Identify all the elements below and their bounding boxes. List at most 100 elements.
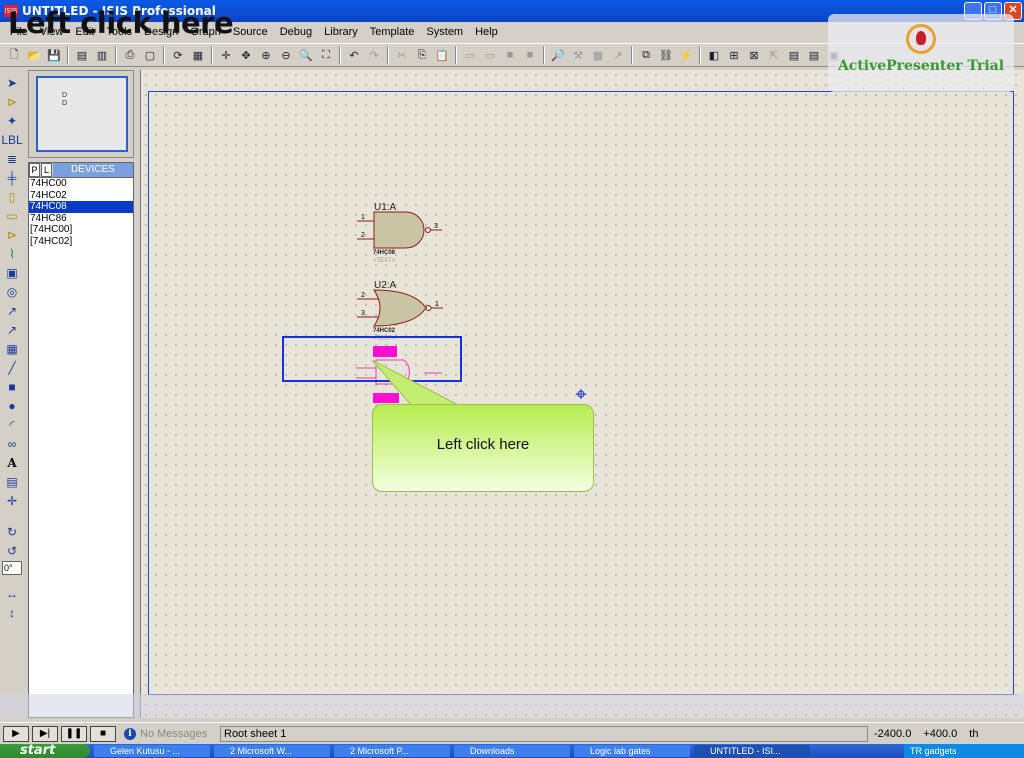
- symbol-2d-icon[interactable]: ▤: [3, 473, 21, 490]
- circle-2d-icon[interactable]: ●: [3, 397, 21, 414]
- device-item[interactable]: [74HC00]: [29, 224, 133, 236]
- bill-of-materials-icon[interactable]: ▤: [785, 46, 803, 64]
- terminals-icon[interactable]: ▭: [3, 207, 21, 224]
- block-copy-icon[interactable]: ▭: [461, 46, 479, 64]
- text-2d-icon[interactable]: A: [3, 454, 21, 471]
- component-mode-icon[interactable]: ⊳: [3, 93, 21, 110]
- undo-icon[interactable]: ↶: [345, 46, 363, 64]
- pick-devices-button[interactable]: P: [29, 163, 40, 177]
- taskbar-item[interactable]: Downloads: [454, 745, 570, 757]
- new-file-icon[interactable]: 🗋: [5, 46, 23, 64]
- block-move-icon[interactable]: ▭: [481, 46, 499, 64]
- device-item-selected[interactable]: 74HC08: [29, 201, 133, 213]
- save-icon[interactable]: 💾: [45, 46, 63, 64]
- copy-icon[interactable]: ⎘: [413, 46, 431, 64]
- new-sheet-icon[interactable]: ◧: [705, 46, 723, 64]
- make-device-icon[interactable]: ⚒: [569, 46, 587, 64]
- path-2d-icon[interactable]: ∞: [3, 435, 21, 452]
- menu-debug[interactable]: Debug: [274, 26, 318, 38]
- selection-mode-icon[interactable]: ➤: [3, 74, 21, 91]
- rotation-angle-input[interactable]: 0°: [2, 561, 22, 575]
- electrical-check-icon[interactable]: ▤: [805, 46, 823, 64]
- toolbar-separator: [699, 46, 701, 64]
- virtual-instruments-icon[interactable]: ▦: [3, 340, 21, 357]
- messages-indicator[interactable]: i No Messages: [124, 727, 214, 740]
- paste-icon[interactable]: 📋: [433, 46, 451, 64]
- refresh-icon[interactable]: ⟳: [169, 46, 187, 64]
- packaging-icon[interactable]: ▩: [589, 46, 607, 64]
- zoom-area-icon[interactable]: ⛶: [317, 46, 335, 64]
- export-icon[interactable]: ▥: [93, 46, 111, 64]
- zoom-in-icon[interactable]: ⊕: [257, 46, 275, 64]
- x-coordinate: -2400.0: [874, 727, 912, 740]
- taskbar-item[interactable]: 2 Microsoft P...: [334, 745, 450, 757]
- wire-autorouter-icon[interactable]: ⧉: [637, 46, 655, 64]
- rotate-anticlockwise-icon[interactable]: ↺: [3, 542, 21, 559]
- start-button[interactable]: start: [0, 744, 90, 758]
- menu-source[interactable]: Source: [227, 26, 274, 38]
- add-sheet-icon[interactable]: ⊞: [725, 46, 743, 64]
- schematic-canvas[interactable]: [140, 70, 1024, 718]
- property-tool-icon[interactable]: ⚡: [677, 46, 695, 64]
- taskbar-item[interactable]: Gelen Kutusu - ...: [94, 745, 210, 757]
- text-script-icon[interactable]: ≣: [3, 150, 21, 167]
- toolbar-separator: [339, 46, 341, 64]
- play-button[interactable]: ▶: [3, 725, 29, 742]
- device-item[interactable]: 74HC86: [29, 213, 133, 225]
- generator-icon[interactable]: ◎: [3, 283, 21, 300]
- menu-library[interactable]: Library: [318, 26, 364, 38]
- grid-icon[interactable]: ▦: [189, 46, 207, 64]
- open-folder-icon[interactable]: 📂: [25, 46, 43, 64]
- block-delete-icon[interactable]: ■: [521, 46, 539, 64]
- library-manager-button[interactable]: L: [41, 163, 52, 177]
- voltage-probe-icon[interactable]: ↗: [3, 302, 21, 319]
- remove-sheet-icon[interactable]: ⊠: [745, 46, 763, 64]
- exit-parent-icon[interactable]: ⇱: [765, 46, 783, 64]
- block-rotate-icon[interactable]: ■: [501, 46, 519, 64]
- line-2d-icon[interactable]: ╱: [3, 359, 21, 376]
- area-icon[interactable]: ▢: [141, 46, 159, 64]
- taskbar-item-active[interactable]: UNTITLED - ISI...: [694, 745, 810, 757]
- overview-window[interactable]: D D: [28, 70, 134, 158]
- device-item[interactable]: 74HC02: [29, 190, 133, 202]
- zoom-all-icon[interactable]: 🔍: [297, 46, 315, 64]
- zoom-out-icon[interactable]: ⊖: [277, 46, 295, 64]
- import-icon[interactable]: ▤: [73, 46, 91, 64]
- menu-system[interactable]: System: [420, 26, 469, 38]
- menu-help[interactable]: Help: [469, 26, 504, 38]
- marker-2d-icon[interactable]: ✛: [3, 492, 21, 509]
- junction-dot-icon[interactable]: ✦: [3, 112, 21, 129]
- taskbar-item[interactable]: Logic lab gates: [574, 745, 690, 757]
- mirror-horizontal-icon[interactable]: ↔: [3, 585, 21, 602]
- box-2d-icon[interactable]: ■: [3, 378, 21, 395]
- toolbar-separator: [631, 46, 633, 64]
- pan-icon[interactable]: ✥: [237, 46, 255, 64]
- redo-icon[interactable]: ↷: [365, 46, 383, 64]
- stop-button[interactable]: ■: [90, 725, 116, 742]
- menu-template[interactable]: Template: [364, 26, 421, 38]
- taskbar-item[interactable]: 2 Microsoft W...: [214, 745, 330, 757]
- pause-button[interactable]: ❚❚: [61, 725, 87, 742]
- subcircuit-icon[interactable]: ▯: [3, 188, 21, 205]
- device-item[interactable]: 74HC00: [29, 178, 133, 190]
- step-button[interactable]: ▶|: [32, 725, 58, 742]
- graph-icon[interactable]: ⌇: [3, 245, 21, 262]
- print-icon[interactable]: ⎙: [121, 46, 139, 64]
- wire-label-icon[interactable]: LBL: [1, 131, 22, 148]
- origin-icon[interactable]: ✛: [217, 46, 235, 64]
- rotate-clockwise-icon[interactable]: ↻: [3, 523, 21, 540]
- decompose-icon[interactable]: ↗: [609, 46, 627, 64]
- current-probe-icon[interactable]: ↗: [3, 321, 21, 338]
- arc-2d-icon[interactable]: ◜: [3, 416, 21, 433]
- device-pins-icon[interactable]: ⊳: [3, 226, 21, 243]
- buses-icon[interactable]: ╪: [3, 169, 21, 186]
- toolbar-separator: [387, 46, 389, 64]
- overview-gate-icon: D: [62, 100, 68, 107]
- cut-icon[interactable]: ✂: [393, 46, 411, 64]
- pick-device-icon[interactable]: 🔎: [549, 46, 567, 64]
- search-tag-icon[interactable]: ⛓: [657, 46, 675, 64]
- device-item[interactable]: [74HC02]: [29, 236, 133, 248]
- overview-viewport[interactable]: D D: [36, 76, 128, 152]
- mirror-vertical-icon[interactable]: ↕: [3, 604, 21, 621]
- tape-recorder-icon[interactable]: ▣: [3, 264, 21, 281]
